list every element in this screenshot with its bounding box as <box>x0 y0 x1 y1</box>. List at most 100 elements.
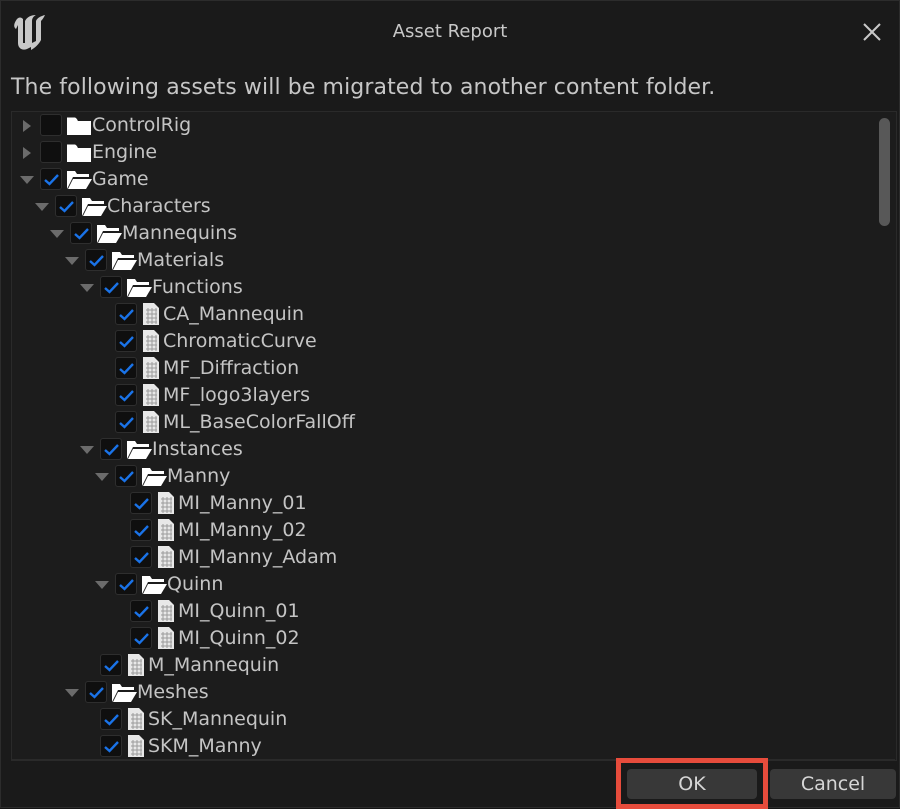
tree-folder-row[interactable]: Mannequins <box>12 220 872 247</box>
tree-item-label: Materials <box>137 249 225 271</box>
collapse-arrow-icon[interactable] <box>80 446 94 454</box>
tree-item-label: ML_BaseColorFallOff <box>163 411 355 433</box>
checkbox[interactable] <box>130 546 152 568</box>
tree-folder-row[interactable]: Game <box>12 166 872 193</box>
collapse-arrow-icon[interactable] <box>20 176 34 184</box>
checkbox[interactable] <box>130 519 152 541</box>
checkbox[interactable] <box>115 330 137 352</box>
checkbox[interactable] <box>115 411 137 433</box>
vertical-scrollbar[interactable] <box>879 118 890 226</box>
asset-file-icon <box>156 545 176 573</box>
tree-asset-row[interactable]: ML_BaseColorFallOff <box>12 409 872 436</box>
folder-open-icon <box>141 464 167 492</box>
collapse-arrow-icon[interactable] <box>35 203 49 211</box>
collapse-arrow-icon[interactable] <box>65 689 79 697</box>
asset-tree-panel: ControlRig Engine Game Characters Mannequins… <box>11 111 897 761</box>
checkbox[interactable] <box>115 465 137 487</box>
checkbox[interactable] <box>100 654 122 676</box>
collapse-arrow-icon[interactable] <box>65 257 79 265</box>
checkbox[interactable] <box>40 141 62 163</box>
tree-item-label: CA_Mannequin <box>163 303 304 325</box>
checkbox[interactable] <box>40 168 62 190</box>
footer-divider <box>11 759 895 760</box>
asset-file-icon <box>156 599 176 627</box>
description-text: The following assets will be migrated to… <box>11 75 716 100</box>
checkbox[interactable] <box>85 681 107 703</box>
dialog-title: Asset Report <box>392 21 508 42</box>
tree-asset-row[interactable]: SKM_Manny <box>12 733 872 760</box>
collapse-arrow-icon[interactable] <box>50 230 64 238</box>
tree-asset-row[interactable]: MI_Manny_Adam <box>12 544 872 571</box>
checkbox[interactable] <box>130 492 152 514</box>
tree-asset-row[interactable]: MF_logo3layers <box>12 382 872 409</box>
folder-open-icon <box>111 248 137 276</box>
tree-folder-row[interactable]: Engine <box>12 139 872 166</box>
checkbox[interactable] <box>115 573 137 595</box>
checkbox[interactable] <box>100 708 122 730</box>
asset-file-icon <box>156 491 176 519</box>
tree-asset-row[interactable]: MI_Quinn_01 <box>12 598 872 625</box>
checkbox[interactable] <box>55 195 77 217</box>
folder-icon <box>66 113 92 141</box>
checkbox[interactable] <box>70 222 92 244</box>
tree-item-label: ControlRig <box>92 114 192 136</box>
tree-folder-row[interactable]: Meshes <box>12 679 872 706</box>
tree-asset-row[interactable]: SK_Mannequin <box>12 706 872 733</box>
checkbox[interactable] <box>115 357 137 379</box>
tree-asset-row[interactable]: MF_Diffraction <box>12 355 872 382</box>
tree-item-label: Game <box>92 168 149 190</box>
checkbox[interactable] <box>115 384 137 406</box>
folder-open-icon <box>141 572 167 600</box>
tree-item-label: Instances <box>152 438 243 460</box>
tree-item-label: MI_Quinn_02 <box>178 627 300 649</box>
checkbox[interactable] <box>130 627 152 649</box>
folder-icon <box>66 140 92 168</box>
tree-item-label: SK_Mannequin <box>148 708 288 730</box>
checkbox[interactable] <box>130 600 152 622</box>
checkbox[interactable] <box>40 114 62 136</box>
folder-open-icon <box>81 194 107 222</box>
asset-file-icon <box>141 356 161 384</box>
ok-button[interactable]: OK <box>627 769 757 799</box>
tree-asset-row[interactable]: CA_Mannequin <box>12 301 872 328</box>
tree-item-label: Meshes <box>137 681 209 703</box>
tree-asset-row[interactable]: MI_Manny_01 <box>12 490 872 517</box>
asset-file-icon <box>141 329 161 357</box>
tree-item-label: MI_Manny_Adam <box>178 546 338 568</box>
close-icon[interactable] <box>861 21 883 43</box>
collapse-arrow-icon[interactable] <box>95 581 109 589</box>
tree-asset-row[interactable]: MI_Manny_02 <box>12 517 872 544</box>
tree-folder-row[interactable]: Materials <box>12 247 872 274</box>
tree-item-label: Manny <box>167 465 231 487</box>
checkbox[interactable] <box>100 438 122 460</box>
asset-file-icon <box>141 383 161 411</box>
checkbox[interactable] <box>115 303 137 325</box>
folder-open-icon <box>96 221 122 249</box>
tree-item-label: MI_Quinn_01 <box>178 600 300 622</box>
tree-folder-row[interactable]: Functions <box>12 274 872 301</box>
checkbox[interactable] <box>100 735 122 757</box>
tree-folder-row[interactable]: ControlRig <box>12 112 872 139</box>
tree-asset-row[interactable]: M_Mannequin <box>12 652 872 679</box>
tree-item-label: MF_logo3layers <box>163 384 311 406</box>
asset-file-icon <box>126 734 146 760</box>
folder-open-icon <box>126 437 152 465</box>
collapse-arrow-icon[interactable] <box>80 284 94 292</box>
tree-item-label: Mannequins <box>122 222 238 244</box>
asset-file-icon <box>141 410 161 438</box>
collapse-arrow-icon[interactable] <box>95 473 109 481</box>
checkbox[interactable] <box>85 249 107 271</box>
tree-item-label: Quinn <box>167 573 224 595</box>
checkbox[interactable] <box>100 276 122 298</box>
tree-folder-row[interactable]: Instances <box>12 436 872 463</box>
tree-folder-row[interactable]: Characters <box>12 193 872 220</box>
expand-arrow-icon[interactable] <box>23 120 31 132</box>
tree-folder-row[interactable]: Manny <box>12 463 872 490</box>
asset-file-icon <box>156 626 176 654</box>
expand-arrow-icon[interactable] <box>23 147 31 159</box>
tree-folder-row[interactable]: Quinn <box>12 571 872 598</box>
tree-item-label: MF_Diffraction <box>163 357 300 379</box>
cancel-button[interactable]: Cancel <box>770 769 896 799</box>
tree-asset-row[interactable]: ChromaticCurve <box>12 328 872 355</box>
tree-asset-row[interactable]: MI_Quinn_02 <box>12 625 872 652</box>
